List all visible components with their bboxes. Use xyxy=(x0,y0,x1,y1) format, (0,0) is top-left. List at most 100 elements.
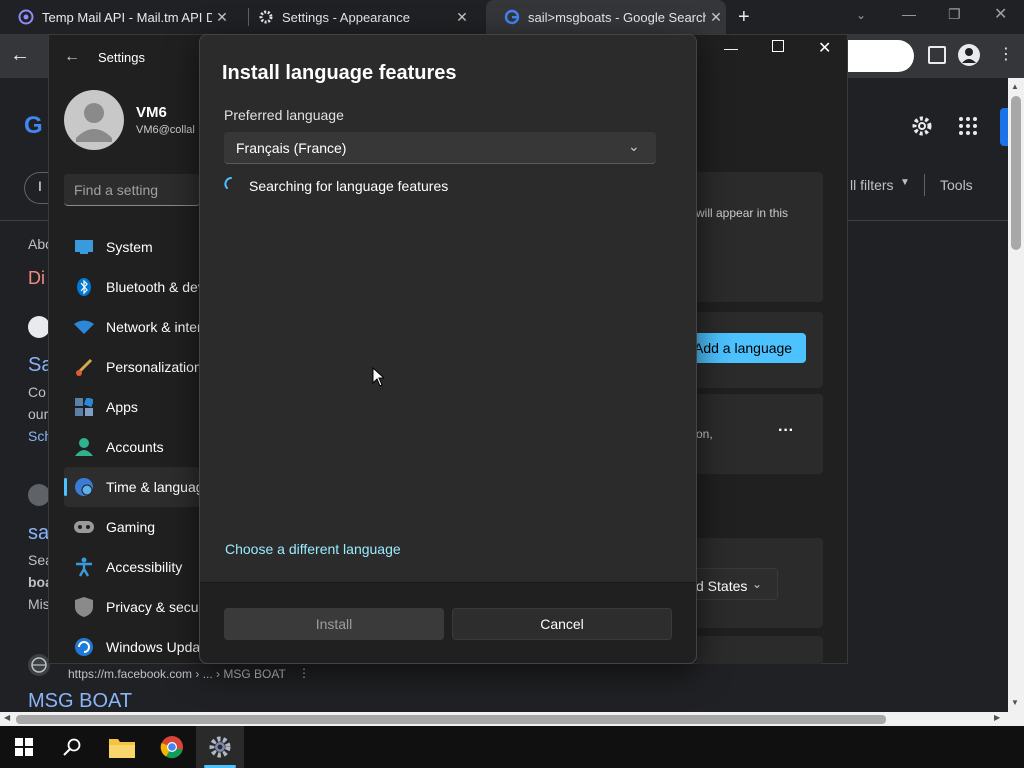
result-url[interactable]: https://m.facebook.com › ... › MSG BOAT xyxy=(68,667,286,681)
new-tab-button[interactable]: + xyxy=(738,6,750,29)
language-dropdown[interactable]: Français (France) ⌄ xyxy=(224,132,656,164)
maximize-button[interactable] xyxy=(772,40,784,52)
minimize-button[interactable]: — xyxy=(724,40,738,56)
region-value: d States xyxy=(696,578,748,594)
user-email: VM6@collal xyxy=(136,124,195,136)
scroll-left-icon[interactable]: ◀ xyxy=(4,713,10,722)
settings-title: Settings xyxy=(98,50,145,65)
tab-mailtm[interactable]: Temp Mail API - Mail.tm API Doc ✕ xyxy=(0,0,250,34)
bluetooth-icon xyxy=(74,277,94,297)
all-filters-button[interactable]: ll filters xyxy=(850,177,894,193)
google-icon xyxy=(504,9,520,25)
apps-icon xyxy=(74,397,94,417)
browser-restore-icon[interactable]: ❐ xyxy=(948,6,961,23)
page-text-fragment: Co xyxy=(28,384,46,400)
close-icon[interactable]: ✕ xyxy=(706,9,726,26)
wifi-icon xyxy=(74,317,94,337)
dialog-title: Install language features xyxy=(222,62,457,84)
file-explorer-icon[interactable] xyxy=(98,726,146,768)
search-icon[interactable] xyxy=(48,726,96,768)
result-title[interactable]: MSG BOAT xyxy=(28,690,132,713)
back-arrow-icon[interactable]: ← xyxy=(64,48,80,66)
user-name: VM6 xyxy=(136,104,167,121)
sidebar-item-time-language[interactable]: Time & language xyxy=(64,467,200,507)
sidebar-item-gaming[interactable]: Gaming xyxy=(64,507,200,547)
language-card xyxy=(696,394,823,474)
result-favicon xyxy=(28,316,50,338)
card-text: will appear in this xyxy=(696,206,789,220)
settings-card xyxy=(696,636,823,664)
browser-menu-icon[interactable]: ⋮ xyxy=(998,44,1014,64)
start-button[interactable] xyxy=(0,726,48,768)
side-panel-icon[interactable] xyxy=(928,46,946,64)
card-text: on, xyxy=(696,427,713,441)
update-icon xyxy=(74,637,94,657)
browser-minimize-icon[interactable]: — xyxy=(902,6,916,22)
profile-avatar-icon[interactable] xyxy=(958,44,980,66)
tab-title: sail>msgboats - Google Search xyxy=(528,9,706,25)
scroll-up-icon[interactable]: ▲ xyxy=(1011,82,1019,91)
settings-taskbar-icon[interactable] xyxy=(196,726,244,768)
loading-spinner-icon xyxy=(224,177,238,191)
gear-icon[interactable] xyxy=(910,114,934,138)
scroll-down-icon[interactable]: ▼ xyxy=(1011,698,1019,707)
scroll-right-icon[interactable]: ▶ xyxy=(994,713,1000,722)
selected-indicator xyxy=(64,478,67,496)
page-text-fragment: Mis xyxy=(28,596,50,612)
close-icon[interactable]: ✕ xyxy=(212,9,232,26)
mailtm-icon xyxy=(18,9,34,25)
result-favicon xyxy=(28,484,50,506)
preferred-language-label: Preferred language xyxy=(224,107,344,123)
install-button[interactable]: Install xyxy=(224,608,444,640)
sidebar-item-accounts[interactable]: Accounts xyxy=(64,427,200,467)
sidebar-item-privacy[interactable]: Privacy & security xyxy=(64,587,200,627)
sidebar-item-bluetooth[interactable]: Bluetooth & devices xyxy=(64,267,200,307)
mouse-cursor-icon xyxy=(372,366,386,392)
brush-icon xyxy=(74,357,94,377)
globe-icon xyxy=(28,654,50,676)
tools-button[interactable]: Tools xyxy=(940,177,973,193)
back-arrow-icon[interactable]: ← xyxy=(10,44,30,67)
close-icon[interactable]: ✕ xyxy=(452,9,472,26)
sidebar-item-network[interactable]: Network & internet xyxy=(64,307,200,347)
sidebar-item-windows-update[interactable]: Windows Update xyxy=(64,627,200,667)
add-language-button[interactable]: Add a language xyxy=(678,333,806,363)
install-language-dialog xyxy=(199,34,697,664)
search-placeholder: Find a setting xyxy=(74,182,159,198)
tab-title: Settings - Appearance xyxy=(282,9,410,25)
cancel-button[interactable]: Cancel xyxy=(452,608,672,640)
scrollbar-thumb[interactable] xyxy=(1011,96,1021,250)
sidebar-item-personalization[interactable]: Personalization xyxy=(64,347,200,387)
browser-close-icon[interactable]: ✕ xyxy=(994,4,1007,24)
scrollbar-thumb[interactable] xyxy=(16,715,886,724)
address-bar[interactable] xyxy=(848,40,914,72)
choose-different-language-link[interactable]: Choose a different language xyxy=(225,541,401,557)
google-logo: G xyxy=(24,112,43,139)
sidebar-item-system[interactable]: System xyxy=(64,227,200,267)
shield-icon xyxy=(74,597,94,617)
chevron-down-icon: ⌄ xyxy=(752,577,763,591)
apps-grid-icon[interactable] xyxy=(958,116,978,136)
search-input[interactable]: Find a setting xyxy=(64,174,200,206)
tab-google-search[interactable]: sail>msgboats - Google Search ✕ xyxy=(486,0,726,34)
system-icon xyxy=(74,237,94,257)
chevron-down-icon: ⌄ xyxy=(628,138,640,154)
dropdown-icon: ▼ xyxy=(900,177,910,188)
tab-search-icon[interactable]: ⌄ xyxy=(856,8,866,22)
settings-card xyxy=(696,172,823,302)
accessibility-icon xyxy=(74,557,94,577)
search-box-fragment: I xyxy=(38,178,42,194)
page-text-fragment[interactable]: sa xyxy=(28,522,49,545)
sign-in-button-edge[interactable] xyxy=(1000,108,1008,146)
sidebar-item-apps[interactable]: Apps xyxy=(64,387,200,427)
tab-settings-appearance[interactable]: Settings - Appearance ✕ xyxy=(240,0,486,34)
clock-globe-icon xyxy=(74,477,94,497)
avatar[interactable] xyxy=(64,90,124,150)
accounts-icon xyxy=(74,437,94,457)
sidebar-item-accessibility[interactable]: Accessibility xyxy=(64,547,200,587)
more-options-icon[interactable]: ··· xyxy=(778,422,794,440)
chrome-icon[interactable] xyxy=(148,726,196,768)
close-button[interactable]: ✕ xyxy=(818,38,831,58)
status-text: Searching for language features xyxy=(249,178,449,194)
more-options-icon[interactable]: ⋮ xyxy=(298,666,310,680)
